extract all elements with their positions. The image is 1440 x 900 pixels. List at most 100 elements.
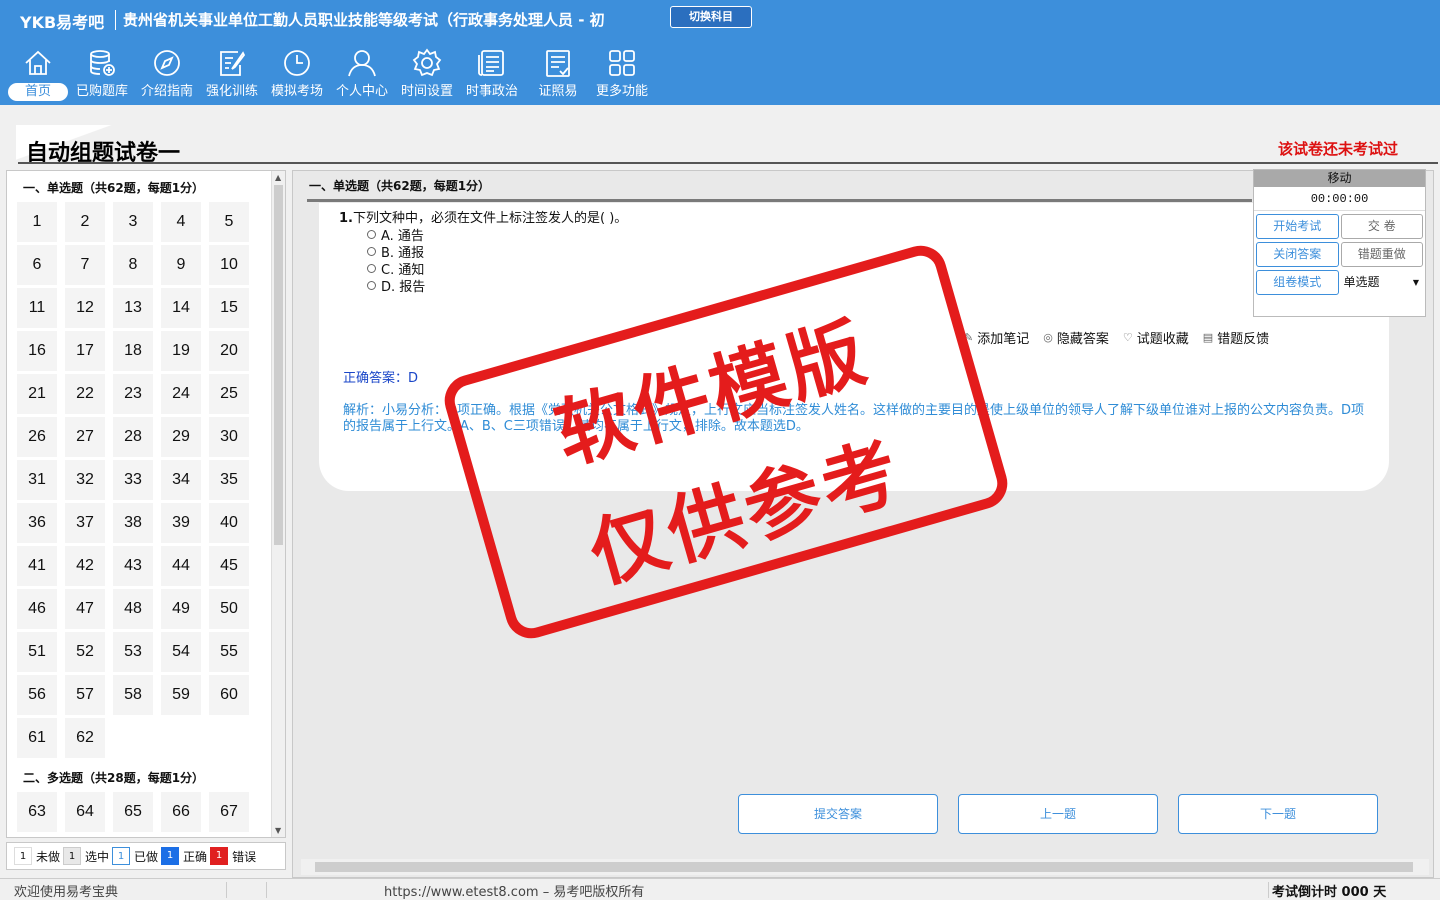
question-cell[interactable]: 7 <box>65 245 105 285</box>
favorite-button[interactable]: ♡ 试题收藏 <box>1123 328 1189 347</box>
switch-subject-button[interactable]: 切换科目 <box>670 6 752 28</box>
question-cell[interactable]: 53 <box>113 632 153 672</box>
question-cell[interactable]: 56 <box>17 675 57 715</box>
previous-question-button[interactable]: 上一题 <box>958 794 1158 834</box>
question-cell[interactable]: 37 <box>65 503 105 543</box>
start-exam-button[interactable]: 开始考试 <box>1256 214 1339 239</box>
navigator-scrollbar[interactable]: ▲ ▼ <box>271 171 285 837</box>
redo-wrong-button[interactable]: 错题重做 <box>1340 242 1423 267</box>
question-cell[interactable]: 43 <box>113 546 153 586</box>
question-cell[interactable]: 14 <box>161 288 201 328</box>
question-cell[interactable]: 31 <box>17 460 57 500</box>
scroll-thumb[interactable] <box>274 185 283 545</box>
question-cell[interactable]: 51 <box>17 632 57 672</box>
question-cell[interactable]: 36 <box>17 503 57 543</box>
question-cell[interactable]: 29 <box>161 417 201 457</box>
nav-item-profile[interactable]: 个人中心 <box>330 45 394 101</box>
question-cell[interactable]: 19 <box>161 331 201 371</box>
question-cell[interactable]: 23 <box>113 374 153 414</box>
question-cell[interactable]: 52 <box>65 632 105 672</box>
add-note-button[interactable]: ✎ 添加笔记 <box>964 328 1029 347</box>
question-cell[interactable]: 13 <box>113 288 153 328</box>
question-cell[interactable]: 41 <box>17 546 57 586</box>
submit-answer-button[interactable]: 提交答案 <box>738 794 938 834</box>
question-cell[interactable]: 32 <box>65 460 105 500</box>
question-cell[interactable]: 20 <box>209 331 249 371</box>
question-cell[interactable]: 58 <box>113 675 153 715</box>
question-cell[interactable]: 21 <box>17 374 57 414</box>
question-cell[interactable]: 42 <box>65 546 105 586</box>
question-cell[interactable]: 6 <box>17 245 57 285</box>
hand-in-button[interactable]: 交 卷 <box>1340 214 1423 239</box>
question-cell[interactable]: 57 <box>65 675 105 715</box>
question-cell[interactable]: 11 <box>17 288 57 328</box>
question-cell[interactable]: 4 <box>161 202 201 242</box>
question-cell[interactable]: 17 <box>65 331 105 371</box>
question-cell[interactable]: 47 <box>65 589 105 629</box>
question-cell[interactable]: 8 <box>113 245 153 285</box>
question-cell[interactable]: 38 <box>113 503 153 543</box>
question-cell[interactable]: 12 <box>65 288 105 328</box>
question-cell[interactable]: 28 <box>113 417 153 457</box>
question-cell[interactable]: 26 <box>17 417 57 457</box>
question-cell[interactable]: 62 <box>65 718 105 758</box>
question-cell[interactable]: 9 <box>161 245 201 285</box>
question-cell[interactable]: 30 <box>209 417 249 457</box>
question-cell[interactable]: 61 <box>17 718 57 758</box>
question-cell[interactable]: 50 <box>209 589 249 629</box>
feedback-button[interactable]: ▤ 错题反馈 <box>1203 328 1269 347</box>
question-cell[interactable]: 64 <box>65 792 105 832</box>
question-cell[interactable]: 40 <box>209 503 249 543</box>
question-cell[interactable]: 3 <box>113 202 153 242</box>
question-cell[interactable]: 67 <box>209 792 249 832</box>
nav-item-guide[interactable]: 介绍指南 <box>135 45 199 101</box>
question-cell[interactable]: 25 <box>209 374 249 414</box>
question-cell[interactable]: 15 <box>209 288 249 328</box>
nav-item-home[interactable]: 首页 <box>6 45 70 101</box>
option-d[interactable]: D. 报告 <box>367 276 425 295</box>
question-cell[interactable]: 60 <box>209 675 249 715</box>
scroll-up-arrow[interactable]: ▲ <box>275 173 281 182</box>
compose-mode-button[interactable]: 组卷模式 <box>1256 270 1339 295</box>
move-handle[interactable]: 移动 <box>1254 170 1425 187</box>
scroll-thumb[interactable] <box>315 862 1413 872</box>
question-cell[interactable]: 16 <box>17 331 57 371</box>
nav-item-training[interactable]: 强化训练 <box>200 45 264 101</box>
question-cell[interactable]: 59 <box>161 675 201 715</box>
scroll-down-arrow[interactable]: ▼ <box>275 826 281 835</box>
question-cell[interactable]: 44 <box>161 546 201 586</box>
question-cell[interactable]: 35 <box>209 460 249 500</box>
question-cell[interactable]: 5 <box>209 202 249 242</box>
question-cell[interactable]: 2 <box>65 202 105 242</box>
nav-item-mock-exam[interactable]: 模拟考场 <box>265 45 329 101</box>
question-cell[interactable]: 33 <box>113 460 153 500</box>
next-question-button[interactable]: 下一题 <box>1178 794 1378 834</box>
question-cell[interactable]: 1 <box>17 202 57 242</box>
question-cell[interactable]: 34 <box>161 460 201 500</box>
question-cell[interactable]: 45 <box>209 546 249 586</box>
question-cell[interactable]: 46 <box>17 589 57 629</box>
question-cell[interactable]: 24 <box>161 374 201 414</box>
nav-item-time-settings[interactable]: 时间设置 <box>395 45 459 101</box>
hide-answer-button[interactable]: ◎ 隐藏答案 <box>1043 328 1109 347</box>
question-cell[interactable]: 49 <box>161 589 201 629</box>
radio-button[interactable] <box>367 264 376 273</box>
nav-item-purchased[interactable]: 已购题库 <box>70 45 134 101</box>
question-cell[interactable]: 18 <box>113 331 153 371</box>
radio-button[interactable] <box>367 247 376 256</box>
question-cell[interactable]: 48 <box>113 589 153 629</box>
question-cell[interactable]: 66 <box>161 792 201 832</box>
horizontal-scrollbar[interactable] <box>301 859 1429 875</box>
question-type-select[interactable]: 单选题 ▼ <box>1341 270 1424 295</box>
question-cell[interactable]: 27 <box>65 417 105 457</box>
question-cell[interactable]: 22 <box>65 374 105 414</box>
question-cell[interactable]: 65 <box>113 792 153 832</box>
question-cell[interactable]: 55 <box>209 632 249 672</box>
nav-item-certificate[interactable]: 证照易 <box>526 45 590 101</box>
radio-button[interactable] <box>367 230 376 239</box>
question-cell[interactable]: 63 <box>17 792 57 832</box>
question-cell[interactable]: 39 <box>161 503 201 543</box>
close-answer-button[interactable]: 关闭答案 <box>1256 242 1339 267</box>
nav-item-more[interactable]: 更多功能 <box>590 45 654 101</box>
question-cell[interactable]: 54 <box>161 632 201 672</box>
